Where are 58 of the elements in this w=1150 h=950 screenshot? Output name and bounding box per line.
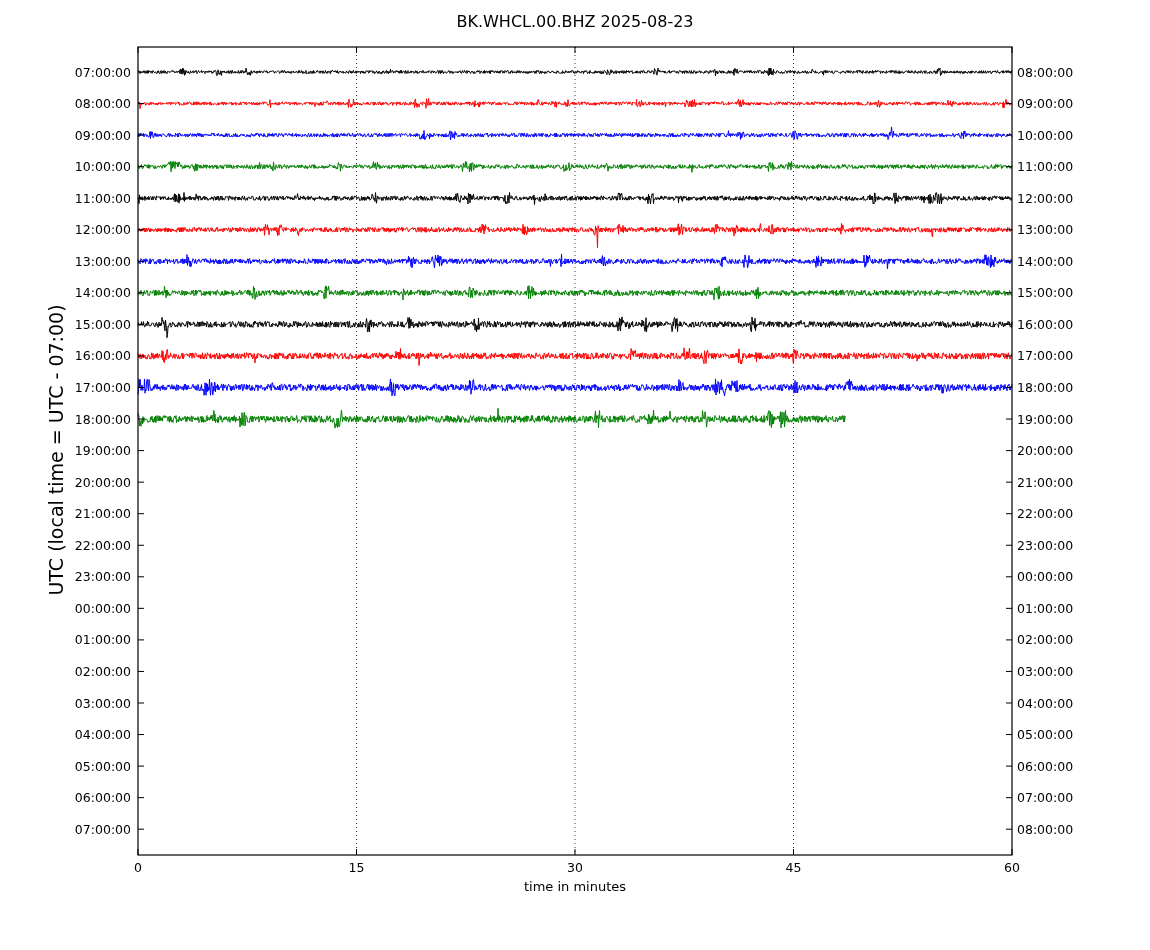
tick-label: 03:00:00 — [74, 695, 131, 711]
tick-label: 11:00:00 — [74, 190, 131, 206]
tick-label: 12:00:00 — [74, 222, 131, 238]
tick-label: 10:00:00 — [74, 159, 131, 175]
tick-label: 13:00:00 — [1017, 222, 1074, 238]
tick-label: 23:00:00 — [74, 569, 131, 585]
tick-label: 16:00:00 — [74, 348, 131, 364]
tick-label: 09:00:00 — [74, 127, 131, 143]
tick-label: 18:00:00 — [74, 411, 131, 427]
tick-label: 02:00:00 — [74, 663, 131, 679]
axis-label: time in minutes — [523, 879, 627, 894]
tick-label: 13:00:00 — [74, 253, 131, 269]
tick-label: 08:00:00 — [1017, 821, 1074, 837]
tick-label: 18:00:00 — [1017, 380, 1074, 395]
tick-label: 07:00:00 — [74, 821, 131, 837]
tick-label: 30 — [567, 860, 583, 875]
tick-label: 01:00:00 — [74, 632, 131, 648]
tick-label: 04:00:00 — [1017, 695, 1074, 711]
axis-label: UTC (local time = UTC - 07:00) — [45, 304, 67, 596]
tick-label: 01:00:00 — [1017, 600, 1074, 616]
tick-label: 09:00:00 — [1017, 96, 1074, 112]
tick-label: 03:00:00 — [1017, 663, 1074, 679]
tick-label: 60 — [1004, 860, 1020, 875]
tick-label: 05:00:00 — [74, 758, 131, 774]
tick-label: 14:00:00 — [1017, 253, 1074, 269]
tick-label: 19:00:00 — [1017, 411, 1074, 427]
tick-label: 08:00:00 — [1017, 64, 1074, 80]
tick-label: 00:00:00 — [1017, 569, 1074, 585]
tick-label: 15:00:00 — [74, 316, 131, 332]
tick-label: 12:00:00 — [1017, 190, 1074, 206]
tick-label: 02:00:00 — [1017, 632, 1074, 648]
tick-label: 06:00:00 — [1017, 758, 1074, 774]
tick-label: 0 — [134, 860, 142, 875]
tick-label: 17:00:00 — [1017, 348, 1074, 364]
tick-label: 20:00:00 — [74, 474, 131, 490]
tick-label: 05:00:00 — [1017, 727, 1074, 743]
tick-label: 16:00:00 — [1017, 316, 1074, 332]
tick-label: 21:00:00 — [74, 506, 131, 522]
tick-label: 04:00:00 — [74, 727, 131, 743]
tick-label: 15:00:00 — [1017, 285, 1074, 301]
chart-title: BK.WHCL.00.BHZ 2025-08-23 — [456, 12, 694, 31]
tick-label: 22:00:00 — [74, 537, 131, 553]
tick-label: 14:00:00 — [74, 285, 131, 301]
tick-label: 21:00:00 — [1017, 474, 1074, 490]
tick-label: 20:00:00 — [1017, 443, 1074, 459]
tick-label: 10:00:00 — [1017, 127, 1074, 143]
tick-label: 45 — [785, 860, 802, 875]
tick-label: 00:00:00 — [74, 600, 131, 616]
tick-label: 11:00:00 — [1017, 159, 1074, 175]
tick-label: 08:00:00 — [74, 96, 131, 112]
tick-label: 15 — [348, 860, 365, 875]
tick-label: 19:00:00 — [74, 443, 131, 459]
tick-label: 07:00:00 — [74, 64, 131, 80]
tick-label: 06:00:00 — [74, 790, 131, 806]
tick-label: 23:00:00 — [1017, 537, 1074, 553]
tick-label: 22:00:00 — [1017, 506, 1074, 522]
tick-label: 07:00:00 — [1017, 790, 1074, 806]
tick-label: 17:00:00 — [74, 380, 131, 395]
